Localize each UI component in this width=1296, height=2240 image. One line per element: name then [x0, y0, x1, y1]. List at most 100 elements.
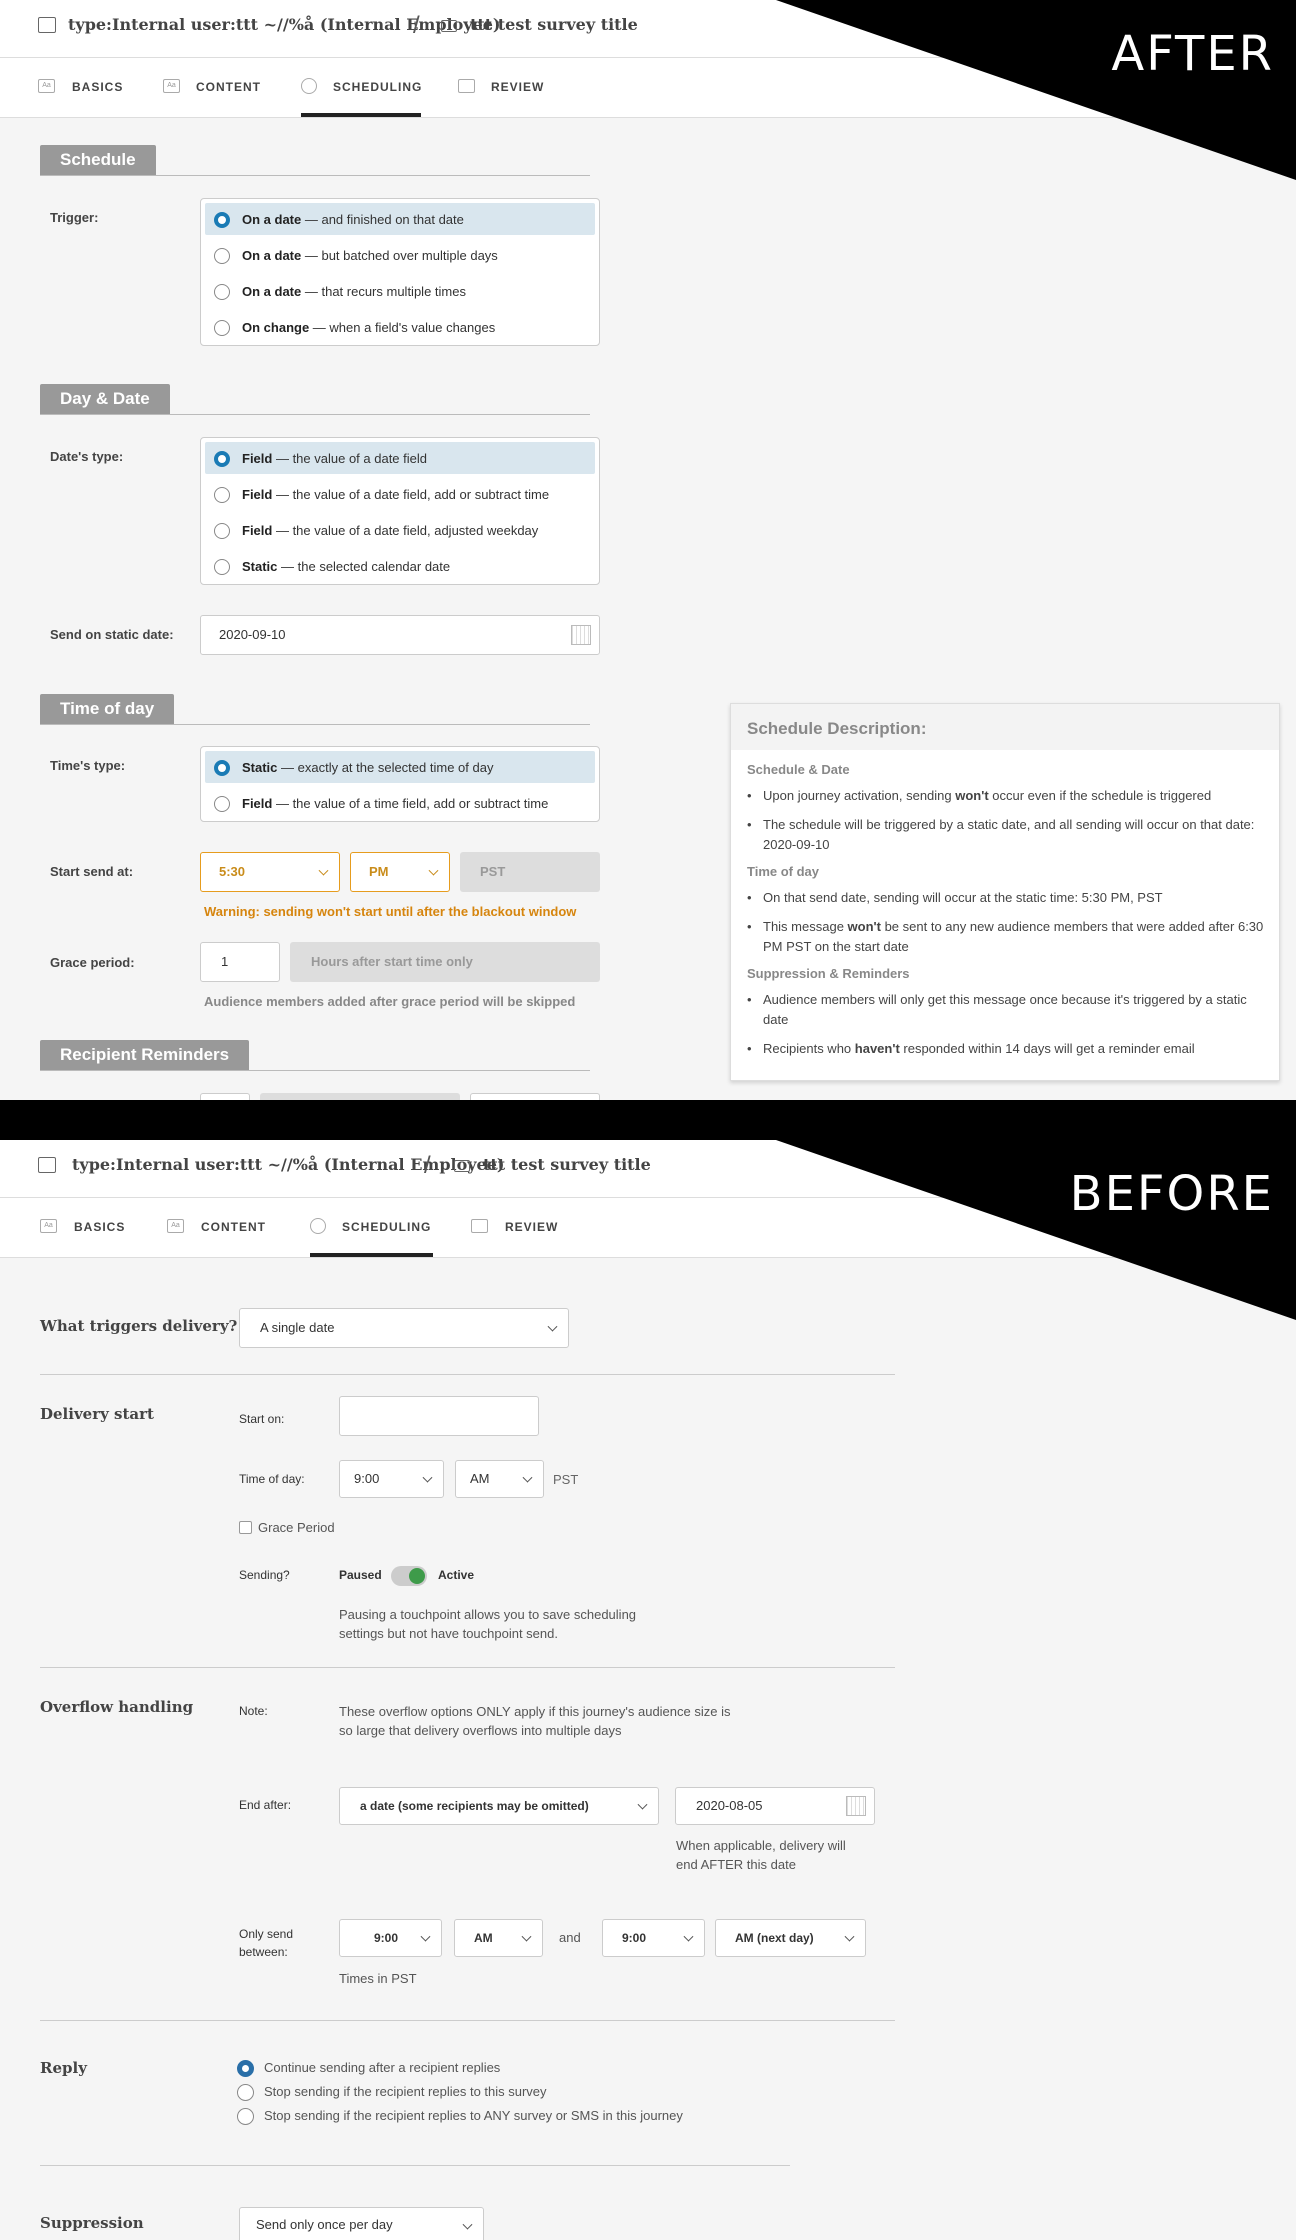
chevron-down-icon	[422, 1472, 433, 1483]
date-type-label: Date's type:	[50, 449, 124, 464]
reply-option[interactable]: Continue sending after a recipient repli…	[264, 2058, 500, 2077]
breadcrumb-org[interactable]: type:Internal user:ttt ~//%å (Internal E…	[72, 1155, 504, 1174]
option-bold: Field	[242, 451, 273, 466]
grace-period-checkbox[interactable]	[239, 1521, 252, 1534]
time-type-option[interactable]: Field — the value of a time field, add o…	[205, 787, 595, 819]
radio-icon[interactable]	[237, 2060, 254, 2077]
breadcrumb-separator: /	[413, 12, 420, 39]
date-type-option[interactable]: Field — the value of a date field	[205, 442, 595, 474]
end-after-label: End after:	[239, 1798, 292, 1812]
breadcrumb-survey[interactable]: ttt test survey title	[470, 15, 638, 34]
chevron-down-icon	[637, 1799, 648, 1810]
date-type-option[interactable]: Field — the value of a date field, adjus…	[205, 514, 595, 546]
trigger-option[interactable]: On a date — that recurs multiple times	[205, 275, 595, 307]
radio-icon	[214, 284, 230, 300]
reminder-days-input[interactable]	[200, 1093, 250, 1100]
start-on-input[interactable]	[339, 1396, 539, 1436]
radio-icon	[214, 451, 230, 467]
divider	[40, 2020, 895, 2021]
tab-scheduling[interactable]: SCHEDULING	[333, 80, 422, 94]
before-panel: type:Internal user:ttt ~//%å (Internal E…	[0, 1140, 1296, 2240]
start-time-value: 5:30	[219, 864, 246, 879]
suppression-select[interactable]: Send only once per day	[239, 2207, 484, 2240]
pause-note: Pausing a touchpoint allows you to save …	[339, 1607, 637, 1641]
radio-icon	[214, 320, 230, 336]
end-date-input[interactable]: 2020-08-05	[675, 1787, 875, 1825]
calendar-icon[interactable]	[846, 1796, 866, 1816]
ampm-select[interactable]: PM	[350, 852, 450, 892]
sending-toggle[interactable]	[391, 1566, 427, 1586]
tab-review[interactable]: REVIEW	[505, 1220, 558, 1234]
option-bold: Field	[242, 523, 273, 538]
reply-option[interactable]: Stop sending if the recipient replies to…	[264, 2082, 547, 2101]
tab-content[interactable]: CONTENT	[201, 1220, 266, 1234]
banner-label: BEFORE	[1069, 1166, 1274, 1222]
ampm-select[interactable]: AM	[455, 1460, 544, 1498]
ampm-value: AM	[470, 1471, 490, 1486]
chevron-down-icon	[462, 2219, 473, 2230]
content-icon: Aa	[167, 1219, 184, 1233]
breadcrumb-survey[interactable]: ttt test survey title	[483, 1155, 651, 1174]
tab-basics[interactable]: BASICS	[74, 1220, 125, 1234]
divider	[40, 1374, 895, 1375]
grace-period-unit: Hours after start time only	[290, 942, 600, 982]
from-time-select[interactable]: 9:00	[339, 1919, 442, 1957]
reminder-type-select[interactable]	[470, 1093, 600, 1100]
divider	[40, 1070, 590, 1071]
time-value: 9:00	[354, 1471, 380, 1486]
reply-label: Reply	[40, 2059, 87, 2077]
date-type-option[interactable]: Static — the selected calendar date	[205, 550, 595, 582]
trigger-option[interactable]: On a date — and finished on that date	[205, 203, 595, 235]
breadcrumb-org[interactable]: type:Internal user:ttt ~//%å (Internal E…	[68, 15, 500, 34]
option-bold: Static	[242, 559, 278, 574]
trigger-options: On a date — and finished on that date On…	[200, 198, 600, 346]
paused-label: Paused	[339, 1568, 382, 1582]
envelope-icon	[454, 1160, 470, 1172]
trigger-option[interactable]: On change — when a field's value changes	[205, 311, 595, 343]
trigger-value: A single date	[260, 1320, 335, 1335]
trigger-option[interactable]: On a date — but batched over multiple da…	[205, 239, 595, 271]
schedule-description-panel: Schedule Description: Schedule & Date Up…	[730, 703, 1280, 1081]
tab-scheduling[interactable]: SCHEDULING	[342, 1220, 431, 1234]
to-ampm-select[interactable]: AM (next day)	[715, 1919, 866, 1957]
option-bold: Static	[242, 760, 278, 775]
timezone-value: PST	[480, 864, 506, 879]
static-date-input[interactable]: 2020-09-10	[200, 615, 600, 655]
time-type-option[interactable]: Static — exactly at the selected time of…	[205, 751, 595, 783]
end-after-select[interactable]: a date (some recipients may be omitted)	[339, 1787, 659, 1825]
from-ampm-select[interactable]: AM	[454, 1919, 543, 1957]
grace-period-unit-text: Hours after start time only	[311, 954, 473, 969]
chevron-down-icon	[683, 1931, 694, 1942]
calendar-icon[interactable]	[571, 625, 591, 645]
option-text: — and finished on that date	[301, 212, 464, 227]
radio-icon[interactable]	[237, 2108, 254, 2125]
description-item: Recipients who haven't responded within …	[747, 1039, 1267, 1059]
date-type-option[interactable]: Field — the value of a date field, add o…	[205, 478, 595, 510]
end-date-hint: When applicable, delivery will end AFTER…	[676, 1838, 846, 1872]
tab-basics[interactable]: BASICS	[72, 80, 123, 94]
option-bold: Field	[242, 487, 273, 502]
to-time-select[interactable]: 9:00	[602, 1919, 705, 1957]
radio-icon[interactable]	[237, 2084, 254, 2101]
grace-period-label: Grace Period	[258, 1520, 335, 1535]
banner-label: AFTER	[1111, 26, 1274, 82]
tab-content[interactable]: CONTENT	[196, 80, 261, 94]
divider	[40, 414, 590, 415]
schedule-description-title: Schedule Description:	[731, 704, 1279, 750]
tab-review[interactable]: REVIEW	[491, 80, 544, 94]
start-time-select[interactable]: 5:30	[200, 852, 340, 892]
grace-period-input[interactable]: 1	[200, 942, 280, 982]
option-bold: On a date	[242, 284, 302, 299]
trigger-label: What triggers delivery?	[40, 1317, 238, 1335]
clock-icon	[310, 1218, 326, 1234]
overflow-label: Overflow handling	[40, 1698, 194, 1716]
basics-icon: Aa	[38, 79, 55, 93]
option-bold: On change	[242, 320, 310, 335]
time-select[interactable]: 9:00	[339, 1460, 444, 1498]
divider	[40, 175, 590, 176]
end-date-value: 2020-08-05	[696, 1798, 763, 1813]
reply-option[interactable]: Stop sending if the recipient replies to…	[264, 2106, 683, 2125]
chevron-down-icon	[521, 1931, 532, 1942]
and-label: and	[559, 1930, 581, 1945]
trigger-select[interactable]: A single date	[239, 1308, 569, 1348]
